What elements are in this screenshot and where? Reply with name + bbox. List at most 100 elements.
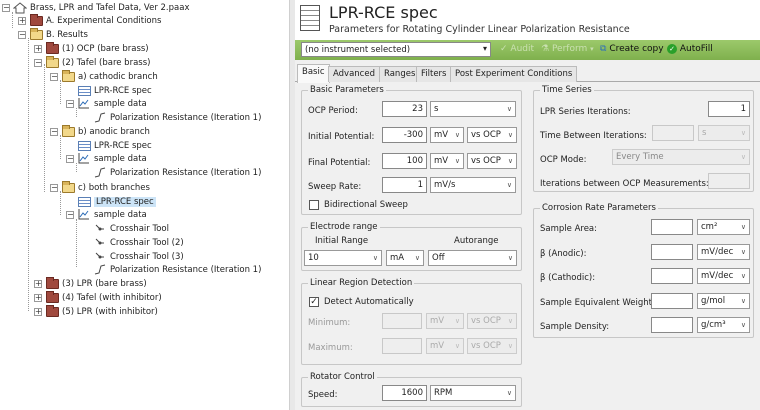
tree-item-anodic[interactable]: − b) anodic branch — [50, 124, 150, 138]
tree-item-crosshair[interactable]: Crosshair Tool — [93, 222, 169, 235]
project-tree[interactable]: − Brass, LPR and Tafel Data, Ver 2.paax … — [0, 0, 289, 410]
minimum-input[interactable] — [382, 313, 422, 329]
tree-item-spec[interactable]: LPR-RCE spec — [77, 139, 152, 152]
tree-item-results[interactable]: − B. Results — [18, 27, 88, 41]
tree-item-sample-data[interactable]: − sample data — [66, 97, 147, 110]
tree-item-crosshair[interactable]: Crosshair Tool (3) — [93, 250, 184, 263]
create-copy-button[interactable]: ⧉ Create copy — [600, 43, 664, 56]
collapse-toggle[interactable]: − — [66, 99, 74, 108]
tree-item-spec-selected[interactable]: LPR-RCE spec — [77, 195, 156, 208]
tab-basic[interactable]: Basic — [297, 64, 330, 83]
beta-anodic-input[interactable] — [651, 244, 693, 260]
beta-cathodic-label: β (Cathodic): — [540, 273, 596, 283]
bidirectional-checkbox[interactable] — [309, 200, 319, 210]
ocp-mode-select[interactable]: Every Time ∨ — [612, 149, 750, 165]
sweep-rate-unit-select[interactable]: mV/s ∨ — [430, 177, 516, 193]
tree-item-both[interactable]: − c) both branches — [50, 180, 150, 194]
tree-item-polarization[interactable]: Polarization Resistance (Iteration 1) — [93, 111, 261, 124]
chevron-down-icon: ∨ — [506, 389, 512, 397]
sample-density-input[interactable] — [651, 317, 693, 333]
detect-automatically-label: Detect Automatically — [324, 297, 414, 307]
beta-cathodic-input[interactable] — [651, 268, 693, 284]
expand-toggle[interactable]: + — [34, 307, 42, 316]
final-potential-input[interactable]: 100 — [382, 153, 427, 169]
chevron-down-icon: ∨ — [740, 272, 746, 280]
time-between-unit-select[interactable]: s ∨ — [698, 125, 750, 141]
collapse-toggle[interactable]: − — [50, 127, 58, 136]
initial-potential-unit-select[interactable]: mV ∨ — [430, 127, 464, 143]
data-plot-icon — [77, 98, 91, 110]
expand-toggle[interactable]: + — [18, 16, 26, 25]
data-plot-icon — [77, 209, 91, 221]
tree-item-polarization[interactable]: Polarization Resistance (Iteration 1) — [93, 263, 261, 276]
equivalent-weight-input[interactable] — [651, 293, 693, 309]
tab-ranges[interactable]: Ranges — [379, 66, 421, 82]
collapse-toggle[interactable]: − — [34, 58, 42, 67]
time-between-input[interactable] — [652, 125, 694, 141]
select-value: vs OCP — [471, 130, 501, 140]
final-potential-ref-select[interactable]: vs OCP ∨ — [467, 153, 517, 169]
beta-anodic-unit-select[interactable]: mV/dec ∨ — [697, 244, 750, 260]
collapse-toggle[interactable]: − — [50, 72, 58, 81]
sample-area-unit-select[interactable]: cm² ∨ — [697, 219, 750, 235]
expand-toggle[interactable]: + — [34, 44, 42, 53]
collapse-toggle[interactable]: − — [66, 154, 74, 163]
select-value: mV — [434, 156, 449, 166]
minimum-ref-select[interactable]: vs OCP ∨ — [467, 313, 517, 329]
tree-item-tafel[interactable]: − (2) Tafel (bare brass) — [34, 55, 150, 69]
maximum-unit-select[interactable]: mV ∨ — [426, 338, 464, 354]
tree-item-cathodic[interactable]: − a) cathodic branch — [50, 69, 158, 83]
iterations-between-ocp-input[interactable] — [708, 173, 750, 189]
beta-cathodic-unit-select[interactable]: mV/dec ∨ — [697, 268, 750, 284]
collapse-toggle[interactable]: − — [50, 183, 58, 192]
tree-item-sample-data[interactable]: − sample data — [66, 152, 147, 165]
lpr-iterations-input[interactable]: 1 — [708, 101, 750, 117]
tree-item-lpr[interactable]: + (3) LPR (bare brass) — [34, 276, 147, 290]
tree-item-spec[interactable]: LPR-RCE spec — [77, 84, 152, 97]
tab-post-experiment[interactable]: Post Experiment Conditions — [450, 66, 578, 82]
tree-item-lpr-inhibitor[interactable]: + (5) LPR (with inhibitor) — [34, 304, 158, 318]
initial-range-label: Initial Range — [315, 236, 369, 246]
initial-range-select[interactable]: 10 ∨ — [304, 250, 382, 266]
expand-toggle[interactable]: + — [34, 279, 42, 288]
ocp-period-unit-select[interactable]: s ∨ — [430, 101, 516, 117]
sample-density-unit-select[interactable]: g/cm³ ∨ — [697, 317, 750, 333]
tree-item-ocp[interactable]: + (1) OCP (bare brass) — [34, 41, 149, 55]
perform-button[interactable]: ⚗ Perform ▾ — [541, 43, 594, 56]
ocp-period-input[interactable]: 23 — [382, 101, 427, 117]
minimum-unit-select[interactable]: mV ∨ — [426, 313, 464, 329]
tree-item-experimental[interactable]: + A. Experimental Conditions — [18, 13, 161, 27]
speed-input[interactable]: 1600 — [382, 385, 427, 401]
tree-item-polarization[interactable]: Polarization Resistance (Iteration 1) — [93, 166, 261, 179]
tree-item-root[interactable]: − Brass, LPR and Tafel Data, Ver 2.paax — [2, 1, 189, 14]
instrument-select[interactable]: (no instrument selected) ▾ — [301, 42, 491, 57]
tree-label: (5) LPR (with inhibitor) — [62, 306, 158, 317]
range-unit-select[interactable]: mA ∨ — [386, 250, 424, 266]
select-value: Every Time — [616, 152, 664, 162]
detect-automatically-checkbox[interactable]: ✓ — [309, 297, 319, 307]
autofill-button[interactable]: ✓ AutoFill — [667, 43, 713, 56]
collapse-toggle[interactable]: − — [2, 3, 10, 12]
tree-item-sample-data[interactable]: − sample data — [66, 208, 147, 221]
chevron-down-icon: ∨ — [506, 105, 512, 113]
maximum-input[interactable] — [382, 338, 422, 354]
equivalent-weight-unit-select[interactable]: g/mol ∨ — [697, 293, 750, 309]
autorange-select[interactable]: Off ∨ — [428, 250, 517, 266]
collapse-toggle[interactable]: − — [66, 210, 74, 219]
tab-advanced[interactable]: Advanced — [328, 66, 380, 82]
final-potential-unit-select[interactable]: mV ∨ — [430, 153, 464, 169]
sweep-rate-input[interactable]: 1 — [382, 177, 427, 193]
maximum-ref-select[interactable]: vs OCP ∨ — [467, 338, 517, 354]
speed-unit-select[interactable]: RPM ∨ — [430, 385, 516, 401]
collapse-toggle[interactable]: − — [18, 30, 26, 39]
tree-item-tafel-inhibitor[interactable]: + (4) Tafel (with inhibitor) — [34, 290, 162, 304]
initial-potential-ref-select[interactable]: vs OCP ∨ — [467, 127, 517, 143]
sample-area-input[interactable] — [651, 219, 693, 235]
final-potential-label: Final Potential: — [308, 158, 371, 168]
tree-item-crosshair[interactable]: Crosshair Tool (2) — [93, 236, 184, 249]
tab-filters[interactable]: Filters — [416, 66, 452, 82]
chevron-down-icon: ∨ — [740, 223, 746, 231]
initial-potential-input[interactable]: -300 — [382, 127, 427, 143]
expand-toggle[interactable]: + — [34, 293, 42, 302]
audit-button[interactable]: ✓ Audit — [500, 43, 534, 56]
